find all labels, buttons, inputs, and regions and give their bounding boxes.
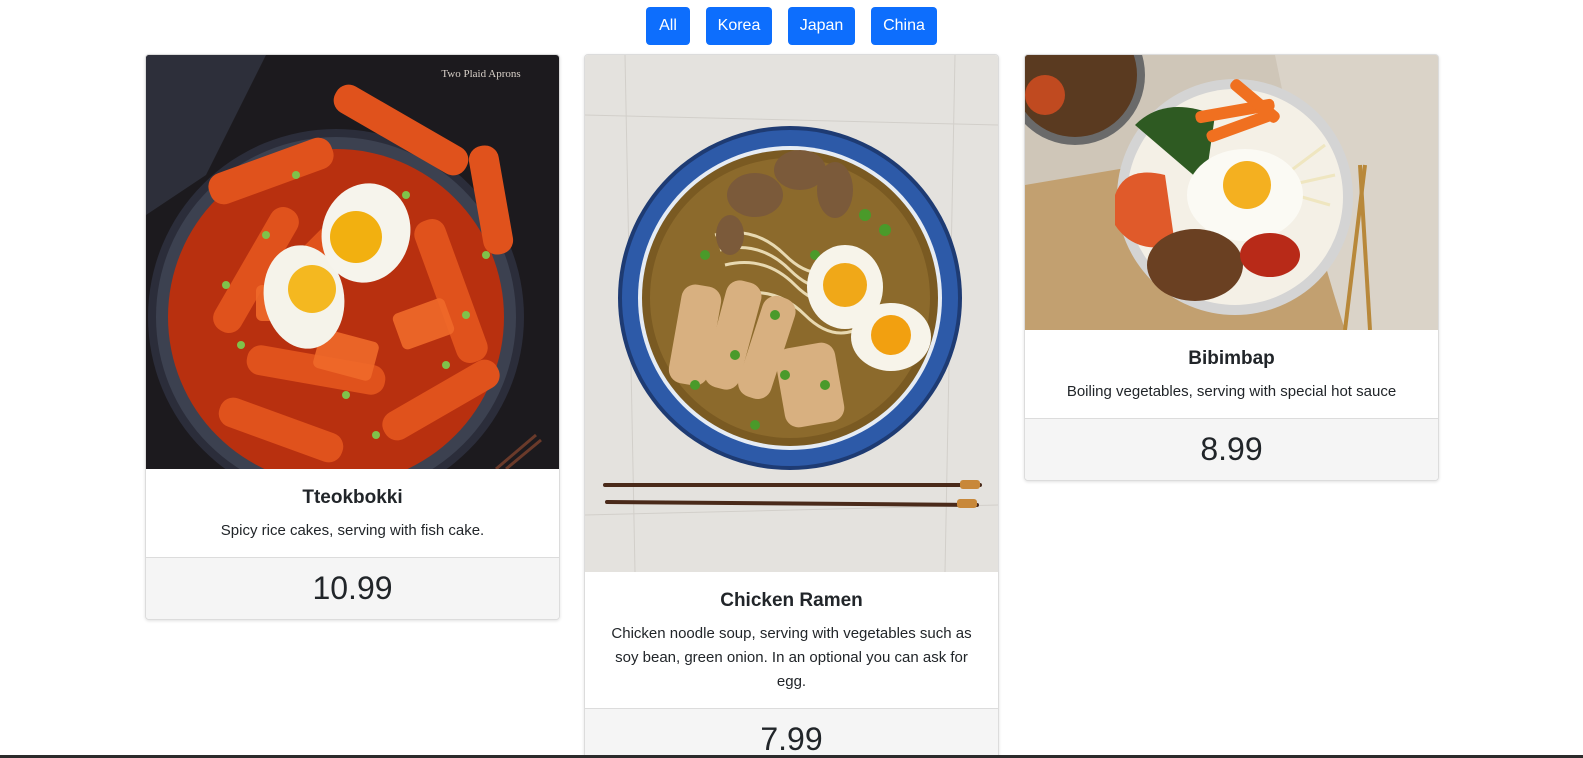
filter-all-button[interactable]: All: [646, 7, 690, 45]
card-body: Chicken Ramen Chicken noodle soup, servi…: [585, 572, 998, 708]
card-title: Bibimbap: [1188, 348, 1275, 369]
menu-page: All Korea Japan China Two Plaid Aprons T…: [0, 0, 1583, 758]
bibimbap-image: [1025, 55, 1438, 330]
filter-china-button[interactable]: China: [871, 7, 937, 45]
card-price: 7.99: [585, 708, 998, 758]
filter-korea-button[interactable]: Korea: [706, 7, 772, 45]
filter-bar: All Korea Japan China: [0, 7, 1583, 45]
menu-card-bibimbap[interactable]: Bibimbap Boiling vegetables, serving wit…: [1024, 54, 1439, 481]
card-price: 8.99: [1025, 418, 1438, 480]
card-description: Spicy rice cakes, serving with fish cake…: [220, 522, 485, 539]
filter-japan-button[interactable]: Japan: [788, 7, 855, 45]
tteokbokki-image: Two Plaid Aprons: [146, 55, 559, 469]
menu-card-chicken-ramen[interactable]: Chicken Ramen Chicken noodle soup, servi…: [584, 54, 999, 758]
card-body: Tteokbokki Spicy rice cakes, serving wit…: [146, 469, 559, 557]
card-title: Tteokbokki: [302, 487, 403, 508]
card-title: Chicken Ramen: [720, 590, 863, 611]
watermark-text: Two Plaid Aprons: [441, 68, 520, 80]
chicken-ramen-image: [585, 55, 998, 572]
card-description: Boiling vegetables, serving with special…: [1066, 383, 1397, 400]
card-price: 10.99: [146, 557, 559, 619]
card-description: Chicken noodle soup, serving with vegeta…: [611, 625, 972, 690]
card-body: Bibimbap Boiling vegetables, serving wit…: [1025, 330, 1438, 418]
menu-card-tteokbokki[interactable]: Two Plaid Aprons Tteokbokki Spicy rice c…: [145, 54, 560, 620]
